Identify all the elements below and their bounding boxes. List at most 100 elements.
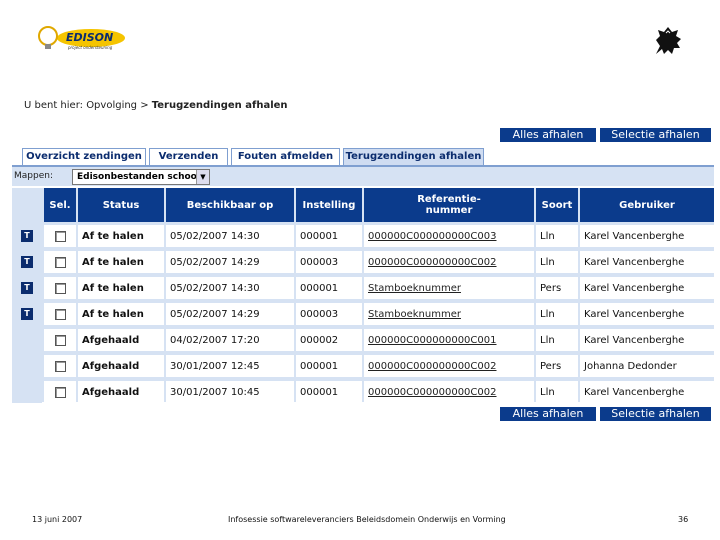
row-flag-cell: T — [12, 225, 42, 247]
mappen-selected-value: Edisonbestanden school1 — [77, 172, 207, 182]
tab-verzenden[interactable]: Verzenden — [149, 148, 228, 165]
instelling-cell: 000002 — [296, 329, 362, 351]
row-checkbox[interactable] — [54, 334, 66, 346]
soort-cell: Lln — [536, 251, 578, 273]
breadcrumb: U bent hier: Opvolging > Terugzendingen … — [24, 100, 288, 111]
gebruiker-cell: Karel Vancenberghe — [580, 303, 714, 325]
soort-cell: Lln — [536, 225, 578, 247]
row-flag-cell — [12, 329, 42, 351]
header-status: Status — [78, 188, 164, 222]
row-select-cell — [44, 355, 76, 377]
soort-cell: Lln — [536, 303, 578, 325]
referentienummer-link[interactable]: Stamboeknummer — [364, 303, 534, 325]
row-checkbox[interactable] — [54, 360, 66, 372]
breadcrumb-prefix: U bent hier: Opvolging > — [24, 100, 152, 111]
beschikbaar-op-cell: 05/02/2007 14:29 — [166, 251, 294, 273]
row-select-cell — [44, 381, 76, 403]
status-cell: Af te halen — [78, 303, 164, 325]
header-beschikbaar-op: Beschikbaar op — [166, 188, 294, 222]
row-flag-cell — [12, 355, 42, 377]
instelling-cell: 000003 — [296, 303, 362, 325]
terug-badge-icon: T — [21, 256, 33, 268]
header-referentienummer: Referentie- nummer — [364, 188, 534, 222]
row-checkbox[interactable] — [54, 308, 66, 320]
tab-bar: Overzicht zendingen Verzenden Fouten afm… — [22, 148, 484, 165]
row-flag-cell — [12, 381, 42, 403]
gebruiker-cell: Karel Vancenberghe — [580, 225, 714, 247]
header-instelling: Instelling — [296, 188, 362, 222]
header-soort: Soort — [536, 188, 578, 222]
status-cell: Afgehaald — [78, 329, 164, 351]
referentienummer-link[interactable]: 000000C000000000C002 — [364, 355, 534, 377]
row-checkbox[interactable] — [54, 230, 66, 242]
footer-title: Infosessie softwareleveranciers Beleidsd… — [228, 515, 506, 524]
bottom-action-bar: Alles afhalen Selectie afhalen — [500, 407, 711, 421]
beschikbaar-op-cell: 05/02/2007 14:29 — [166, 303, 294, 325]
tab-fouten-afmelden[interactable]: Fouten afmelden — [231, 148, 340, 165]
footer-page-number: 36 — [678, 515, 689, 524]
beschikbaar-op-cell: 30/01/2007 12:45 — [166, 355, 294, 377]
status-cell: Afgehaald — [78, 381, 164, 403]
status-cell: Af te halen — [78, 251, 164, 273]
chevron-down-icon[interactable]: ▼ — [196, 170, 209, 184]
mappen-label: Mappen: — [14, 171, 53, 181]
alles-afhalen-button-bottom[interactable]: Alles afhalen — [500, 407, 596, 421]
tab-terugzendingen-afhalen[interactable]: Terugzendingen afhalen — [343, 148, 484, 165]
row-flag-cell: T — [12, 277, 42, 299]
row-select-cell — [44, 303, 76, 325]
selectie-afhalen-button-bottom[interactable]: Selectie afhalen — [600, 407, 711, 421]
gebruiker-cell: Karel Vancenberghe — [580, 381, 714, 403]
referentienummer-link[interactable]: Stamboeknummer — [364, 277, 534, 299]
row-checkbox[interactable] — [54, 386, 66, 398]
row-flag-cell: T — [12, 303, 42, 325]
header-gebruiker: Gebruiker — [580, 188, 714, 222]
status-cell: Af te halen — [78, 277, 164, 299]
terugzendingen-table: Sel. Status Beschikbaar op Instelling Refere… — [12, 188, 714, 403]
gebruiker-cell: Karel Vancenberghe — [580, 329, 714, 351]
breadcrumb-current: Terugzendingen afhalen — [151, 100, 288, 111]
soort-cell: Lln — [536, 329, 578, 351]
row-flag-cell: T — [12, 251, 42, 273]
soort-cell: Pers — [536, 355, 578, 377]
row-checkbox[interactable] — [54, 282, 66, 294]
svg-text:EDISON: EDISON — [66, 31, 113, 44]
top-action-bar: Alles afhalen Selectie afhalen — [500, 128, 711, 142]
mappen-select[interactable]: Edisonbestanden school1 ▼ — [72, 169, 210, 185]
flemish-lion-icon — [650, 24, 686, 58]
alles-afhalen-button[interactable]: Alles afhalen — [500, 128, 596, 142]
status-cell: Af te halen — [78, 225, 164, 247]
instelling-cell: 000001 — [296, 225, 362, 247]
tab-overzicht-zendingen[interactable]: Overzicht zendingen — [22, 148, 146, 165]
footer-date: 13 juni 2007 — [32, 515, 83, 524]
row-select-cell — [44, 277, 76, 299]
row-checkbox[interactable] — [54, 256, 66, 268]
row-select-cell — [44, 225, 76, 247]
gebruiker-cell: Johanna Dedonder — [580, 355, 714, 377]
beschikbaar-op-cell: 04/02/2007 17:20 — [166, 329, 294, 351]
mappen-bar: Mappen: Edisonbestanden school1 ▼ — [12, 167, 714, 186]
row-select-cell — [44, 251, 76, 273]
gebruiker-cell: Karel Vancenberghe — [580, 277, 714, 299]
status-cell: Afgehaald — [78, 355, 164, 377]
svg-text:project ondersteuning: project ondersteuning — [67, 45, 113, 50]
beschikbaar-op-cell: 05/02/2007 14:30 — [166, 277, 294, 299]
referentienummer-link[interactable]: 000000C000000000C002 — [364, 251, 534, 273]
edison-logo: EDISON project ondersteuning — [36, 24, 128, 52]
soort-cell: Pers — [536, 277, 578, 299]
instelling-cell: 000001 — [296, 381, 362, 403]
instelling-cell: 000001 — [296, 355, 362, 377]
instelling-cell: 000003 — [296, 251, 362, 273]
instelling-cell: 000001 — [296, 277, 362, 299]
header-sel: Sel. — [44, 188, 76, 222]
beschikbaar-op-cell: 05/02/2007 14:30 — [166, 225, 294, 247]
referentienummer-link[interactable]: 000000C000000000C001 — [364, 329, 534, 351]
referentienummer-link[interactable]: 000000C000000000C002 — [364, 381, 534, 403]
gebruiker-cell: Karel Vancenberghe — [580, 251, 714, 273]
selectie-afhalen-button[interactable]: Selectie afhalen — [600, 128, 711, 142]
referentienummer-link[interactable]: 000000C000000000C003 — [364, 225, 534, 247]
row-select-cell — [44, 329, 76, 351]
terug-badge-icon: T — [21, 308, 33, 320]
beschikbaar-op-cell: 30/01/2007 10:45 — [166, 381, 294, 403]
terug-badge-icon: T — [21, 230, 33, 242]
soort-cell: Lln — [536, 381, 578, 403]
